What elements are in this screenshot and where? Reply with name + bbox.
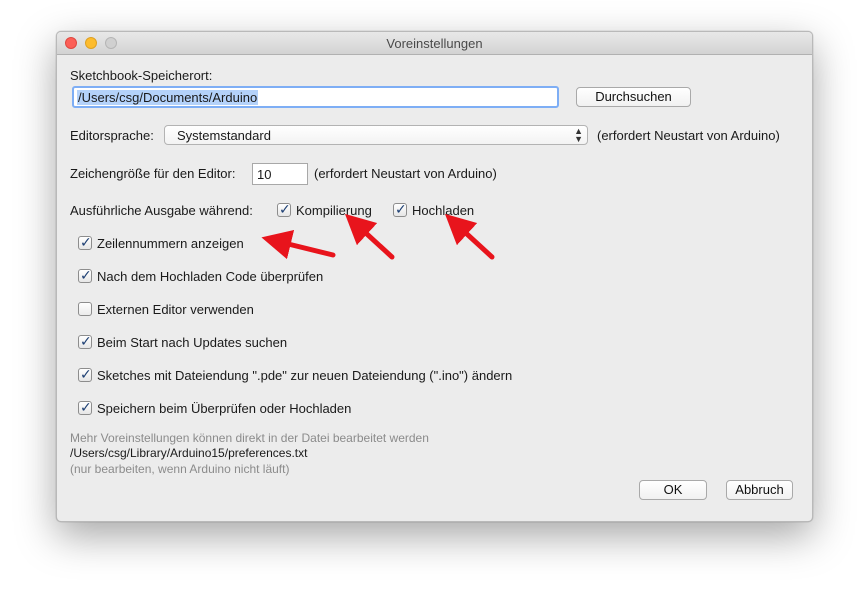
arrow-to-upload-icon	[444, 213, 495, 260]
arrow-to-compile-icon	[344, 213, 395, 260]
arrow-to-line-numbers-icon	[261, 230, 336, 260]
annotation-arrows	[261, 213, 495, 260]
